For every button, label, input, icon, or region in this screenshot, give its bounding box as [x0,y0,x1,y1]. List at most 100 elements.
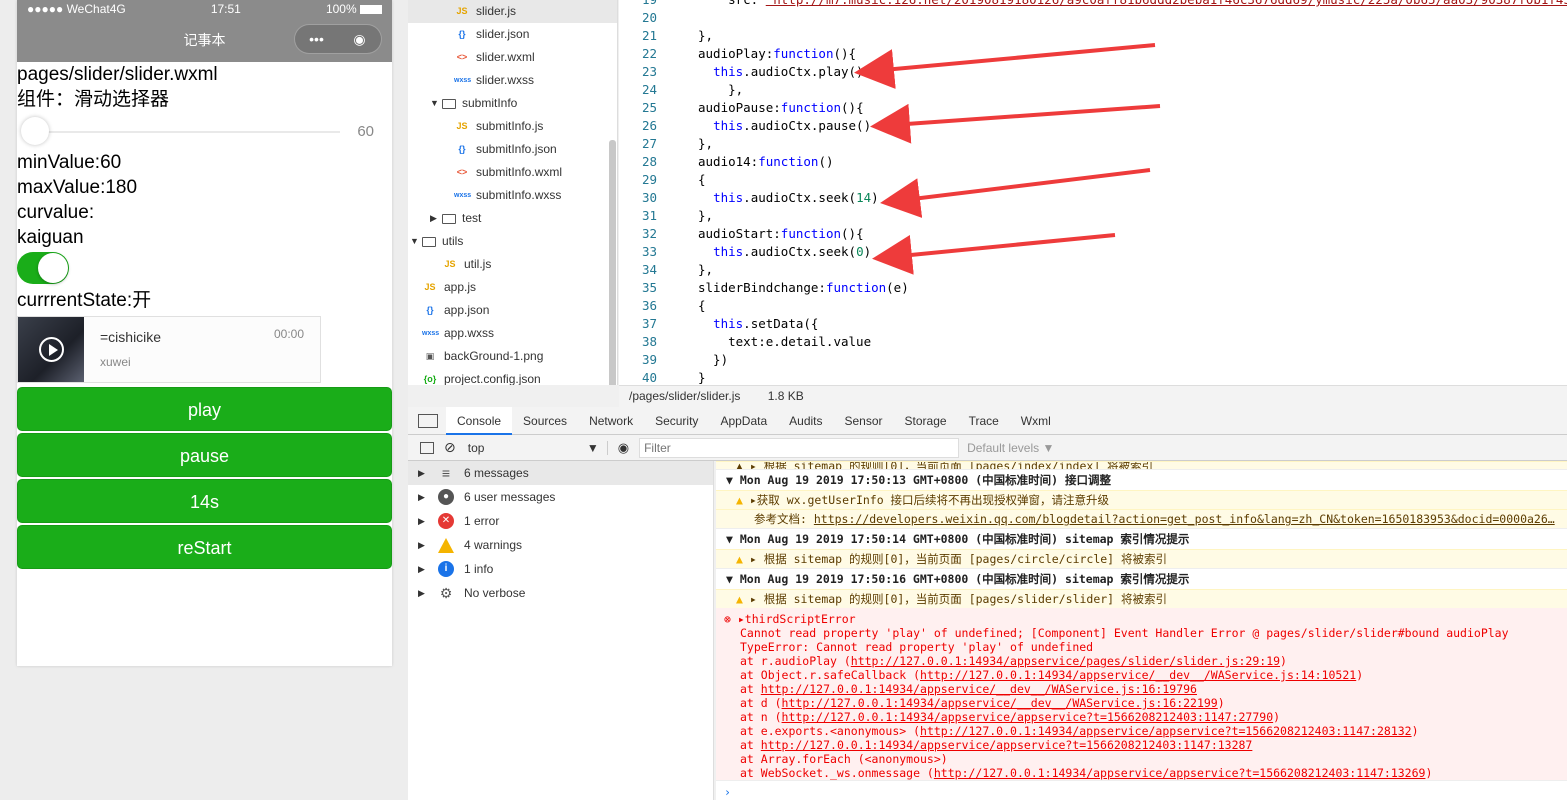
console-prompt[interactable]: › [716,780,1567,800]
tab-security[interactable]: Security [644,407,709,435]
file-tree-item[interactable]: JS app.js [408,276,617,299]
toggle-switch[interactable] [17,252,69,284]
stack-link[interactable]: http://127.0.0.1:14934/appservice/appser… [920,724,1412,738]
tab-console[interactable]: Console [446,406,513,435]
code-editor[interactable]: 19 src: 'http://m7.music.126.net/2019081… [619,0,1567,385]
file-tree-item[interactable]: JS util.js [408,253,617,276]
code-line[interactable]: 20 [619,9,1567,27]
sidebar-filter-item[interactable]: ▶ ≡ 6 messages [408,461,713,485]
file-tree-item[interactable]: <> submitInfo.wxml [408,161,617,184]
file-tree-item[interactable]: JS slider.js [408,0,617,23]
code-line[interactable]: 36 { [619,297,1567,315]
slider-thumb[interactable] [21,117,49,145]
console-group-header[interactable]: ▼ Mon Aug 19 2019 17:50:14 GMT+0800 (中国标… [716,528,1567,549]
code-line[interactable]: 25 audioPause:function(){ [619,99,1567,117]
tab-audits[interactable]: Audits [778,407,833,435]
stack-link[interactable]: http://127.0.0.1:14934/appservice/appser… [934,766,1426,780]
stack-link[interactable]: http://127.0.0.1:14934/appservice/appser… [761,738,1253,752]
file-tree-item[interactable]: wxss app.wxss [408,322,617,345]
error-title[interactable]: ▸thirdScriptError [738,612,856,626]
file-tree-item[interactable]: JS submitInfo.js [408,115,617,138]
tab-storage[interactable]: Storage [894,407,958,435]
file-tree-item[interactable]: {} slider.json [408,23,617,46]
sidebar-filter-item[interactable]: ▶ ⚙ No verbose [408,581,713,605]
code-line[interactable]: 38 text:e.detail.value [619,333,1567,351]
reference-link[interactable]: https://developers.weixin.qq.com/blogdet… [814,512,1555,526]
sidebar-toggle-icon[interactable] [420,441,434,454]
tab-trace[interactable]: Trace [958,407,1010,435]
chevron-right-icon[interactable]: ▶ [418,509,430,533]
code-line[interactable]: 19 src: 'http://m7.music.126.net/2019081… [619,0,1567,9]
file-tree-item[interactable]: ▣ backGround-1.png [408,345,617,368]
switch-knob[interactable] [38,253,68,283]
file-tree-item[interactable]: <> slider.wxml [408,46,617,69]
audio-cover[interactable] [18,317,84,382]
eye-icon[interactable]: ◉ [618,440,629,456]
sidebar-filter-item[interactable]: ▶ i 1 info [408,557,713,581]
code-line[interactable]: 35 sliderBindchange:function(e) [619,279,1567,297]
tab-sources[interactable]: Sources [512,407,578,435]
code-line[interactable]: 37 this.setData({ [619,315,1567,333]
log-levels-select[interactable]: Default levels ▼ [967,441,1054,455]
chevron-icon[interactable]: ▼ [410,230,422,253]
capsule-button[interactable]: ••• ◉ [294,24,382,54]
more-icon[interactable]: ••• [295,31,338,47]
pause-button[interactable]: pause [17,433,392,477]
stack-link[interactable]: http://127.0.0.1:14934/appservice/__dev_… [761,682,1197,696]
file-tree-item[interactable]: ▼ submitInfo [408,92,617,115]
tab-network[interactable]: Network [578,407,644,435]
close-icon[interactable]: ◉ [338,31,381,48]
sidebar-filter-item[interactable]: ▶ ● 6 user messages [408,485,713,509]
code-line[interactable]: 26 this.audioCtx.pause() [619,117,1567,135]
file-tree-scrollbar[interactable] [609,140,616,385]
file-tree-item[interactable]: wxss slider.wxss [408,69,617,92]
chevron-right-icon[interactable]: ▶ [418,557,430,581]
code-line[interactable]: 31}, [619,207,1567,225]
chevron-right-icon[interactable]: ▶ [418,581,430,605]
file-tree-item[interactable]: {} submitInfo.json [408,138,617,161]
file-tree-item[interactable]: ▼ utils [408,230,617,253]
clear-console-icon[interactable]: ⊘ [444,439,456,456]
tab-appdata[interactable]: AppData [709,407,778,435]
inspect-icon[interactable] [418,413,438,428]
code-line[interactable]: 30 this.audioCtx.seek(14) [619,189,1567,207]
file-tree-item[interactable]: {o} project.config.json [408,368,617,385]
code-line[interactable]: 22 audioPlay:function(){ [619,45,1567,63]
code-line[interactable]: 39 }) [619,351,1567,369]
console-group-header[interactable]: ▼ Mon Aug 19 2019 17:50:16 GMT+0800 (中国标… [716,568,1567,589]
code-line[interactable]: 23 this.audioCtx.play() [619,63,1567,81]
code-line[interactable]: 32 audioStart:function(){ [619,225,1567,243]
code-line[interactable]: 34}, [619,261,1567,279]
tab-sensor[interactable]: Sensor [834,407,894,435]
code-line[interactable]: 40} [619,369,1567,385]
slider-track[interactable] [35,131,340,133]
play-icon[interactable] [39,337,64,362]
stack-link[interactable]: http://127.0.0.1:14934/appservice/__dev_… [920,668,1356,682]
play-button[interactable]: play [17,387,392,431]
chevron-right-icon[interactable]: ▶ [418,461,430,485]
chevron-icon[interactable]: ▼ [430,92,442,115]
stack-link[interactable]: http://127.0.0.1:14934/appservice/pages/… [851,654,1280,668]
code-line[interactable]: 28 audio14:function() [619,153,1567,171]
code-line[interactable]: 27}, [619,135,1567,153]
seek-14s-button[interactable]: 14s [17,479,392,523]
code-line[interactable]: 21}, [619,27,1567,45]
slider-control[interactable]: 60 [17,112,392,150]
file-tree-item[interactable]: ▶ test [408,207,617,230]
tab-wxml[interactable]: Wxml [1010,407,1062,435]
file-tree-item[interactable]: wxss submitInfo.wxss [408,184,617,207]
restart-button[interactable]: reStart [17,525,392,569]
chevron-icon[interactable]: ▶ [430,207,442,230]
code-line[interactable]: 29 { [619,171,1567,189]
context-select[interactable]: top ▼ [468,440,608,455]
sidebar-filter-item[interactable]: ▶ 4 warnings [408,533,713,557]
chevron-right-icon[interactable]: ▶ [418,485,430,509]
sidebar-filter-item[interactable]: ▶ ✕ 1 error [408,509,713,533]
stack-link[interactable]: http://127.0.0.1:14934/appservice/appser… [782,710,1274,724]
code-line[interactable]: 33 this.audioCtx.seek(0) [619,243,1567,261]
filter-input[interactable] [639,437,960,458]
file-tree-item[interactable]: {} app.json [408,299,617,322]
stack-link[interactable]: http://127.0.0.1:14934/appservice/__dev_… [782,696,1218,710]
chevron-right-icon[interactable]: ▶ [418,533,430,557]
console-group-header[interactable]: ▼ Mon Aug 19 2019 17:50:13 GMT+0800 (中国标… [716,469,1567,490]
